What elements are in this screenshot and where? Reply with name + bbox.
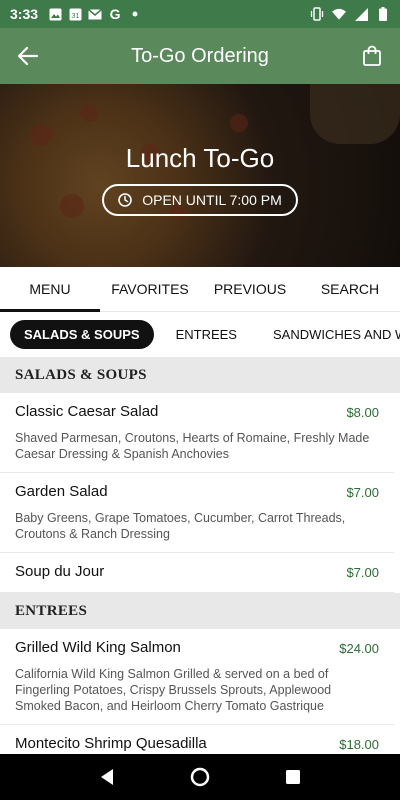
menu-item[interactable]: Garden Salad $7.00 Baby Greens, Grape To… bbox=[0, 473, 394, 553]
item-description: California Wild King Salmon Grilled & se… bbox=[15, 667, 332, 713]
arrow-left-icon bbox=[17, 46, 39, 66]
app-bar: To-Go Ordering bbox=[0, 28, 400, 84]
wifi-icon bbox=[332, 7, 346, 21]
tab-label: MENU bbox=[29, 281, 71, 297]
mail-icon bbox=[88, 7, 103, 21]
item-description: Shaved Parmesan, Croutons, Hearts of Rom… bbox=[15, 431, 370, 461]
menu-item[interactable]: Grilled Wild King Salmon $24.00 Californ… bbox=[0, 629, 394, 725]
item-name: Soup du Jour bbox=[15, 563, 105, 580]
calendar-day: 31 bbox=[71, 13, 79, 20]
tab-previous[interactable]: PREVIOUS bbox=[200, 267, 300, 311]
item-price: $7.00 bbox=[346, 485, 379, 500]
item-price: $24.00 bbox=[339, 641, 379, 656]
hours-badge: OPEN UNTIL 7:00 PM bbox=[102, 184, 298, 216]
status-bar: 3:33 31 G bbox=[0, 0, 400, 28]
dot-icon bbox=[128, 7, 142, 21]
item-price: $18.00 bbox=[339, 737, 379, 752]
item-price: $7.00 bbox=[346, 565, 379, 580]
shopping-bag-icon bbox=[363, 45, 381, 66]
section-header: ENTREES bbox=[0, 593, 400, 629]
chip-salads-soups[interactable]: SALADS & SOUPS bbox=[10, 320, 154, 349]
menu-item[interactable]: Soup du Jour $7.00 bbox=[0, 553, 394, 593]
main-tabs: MENU FAVORITES PREVIOUS SEARCH bbox=[0, 267, 400, 312]
item-description: Baby Greens, Grape Tomatoes, Cucumber, C… bbox=[15, 511, 346, 541]
tab-favorites[interactable]: FAVORITES bbox=[100, 267, 200, 311]
tab-label: PREVIOUS bbox=[213, 281, 287, 297]
cart-button[interactable] bbox=[344, 28, 400, 84]
menu-item[interactable]: Montecito Shrimp Quesadilla $18.00 bbox=[0, 725, 394, 754]
calendar-icon: 31 bbox=[68, 7, 82, 21]
chip-entrees[interactable]: ENTREES bbox=[162, 320, 251, 349]
signal-icon bbox=[354, 7, 368, 21]
item-price: $8.00 bbox=[346, 405, 379, 420]
tab-search[interactable]: SEARCH bbox=[300, 267, 400, 311]
restaurant-title: Lunch To-Go bbox=[125, 143, 275, 173]
image-icon bbox=[48, 7, 62, 21]
nav-recents-button[interactable] bbox=[273, 757, 313, 797]
item-name: Classic Caesar Salad bbox=[15, 403, 159, 420]
item-name: Grilled Wild King Salmon bbox=[15, 639, 181, 656]
google-icon: G bbox=[109, 6, 121, 22]
square-recents-icon bbox=[286, 770, 301, 784]
triangle-back-icon bbox=[100, 769, 113, 785]
back-button[interactable] bbox=[0, 28, 56, 84]
circle-home-icon bbox=[190, 767, 210, 787]
hours-label: OPEN UNTIL 7:00 PM bbox=[142, 192, 282, 208]
tab-label: FAVORITES bbox=[111, 281, 189, 297]
item-name: Montecito Shrimp Quesadilla bbox=[15, 735, 207, 752]
page-title: To-Go Ordering bbox=[131, 44, 269, 67]
vibrate-icon bbox=[310, 7, 324, 21]
menu-list[interactable]: SALADS & SOUPS Classic Caesar Salad $8.0… bbox=[0, 357, 400, 754]
item-name: Garden Salad bbox=[15, 483, 108, 500]
clock-icon bbox=[118, 193, 133, 207]
status-time: 3:33 bbox=[10, 6, 39, 22]
tab-label: SEARCH bbox=[320, 281, 380, 297]
chip-sandwiches-wraps[interactable]: SANDWICHES AND WRAPS bbox=[259, 320, 400, 349]
hero-banner: Lunch To-Go OPEN UNTIL 7:00 PM bbox=[0, 84, 400, 267]
section-header: SALADS & SOUPS bbox=[0, 357, 400, 393]
system-nav-bar bbox=[0, 754, 400, 800]
menu-item[interactable]: Classic Caesar Salad $8.00 Shaved Parmes… bbox=[0, 393, 394, 473]
nav-back-button[interactable] bbox=[87, 757, 127, 797]
category-chips: SALADS & SOUPS ENTREES SANDWICHES AND WR… bbox=[0, 312, 400, 357]
battery-icon bbox=[376, 7, 390, 21]
tab-menu[interactable]: MENU bbox=[0, 267, 100, 312]
nav-home-button[interactable] bbox=[180, 757, 220, 797]
